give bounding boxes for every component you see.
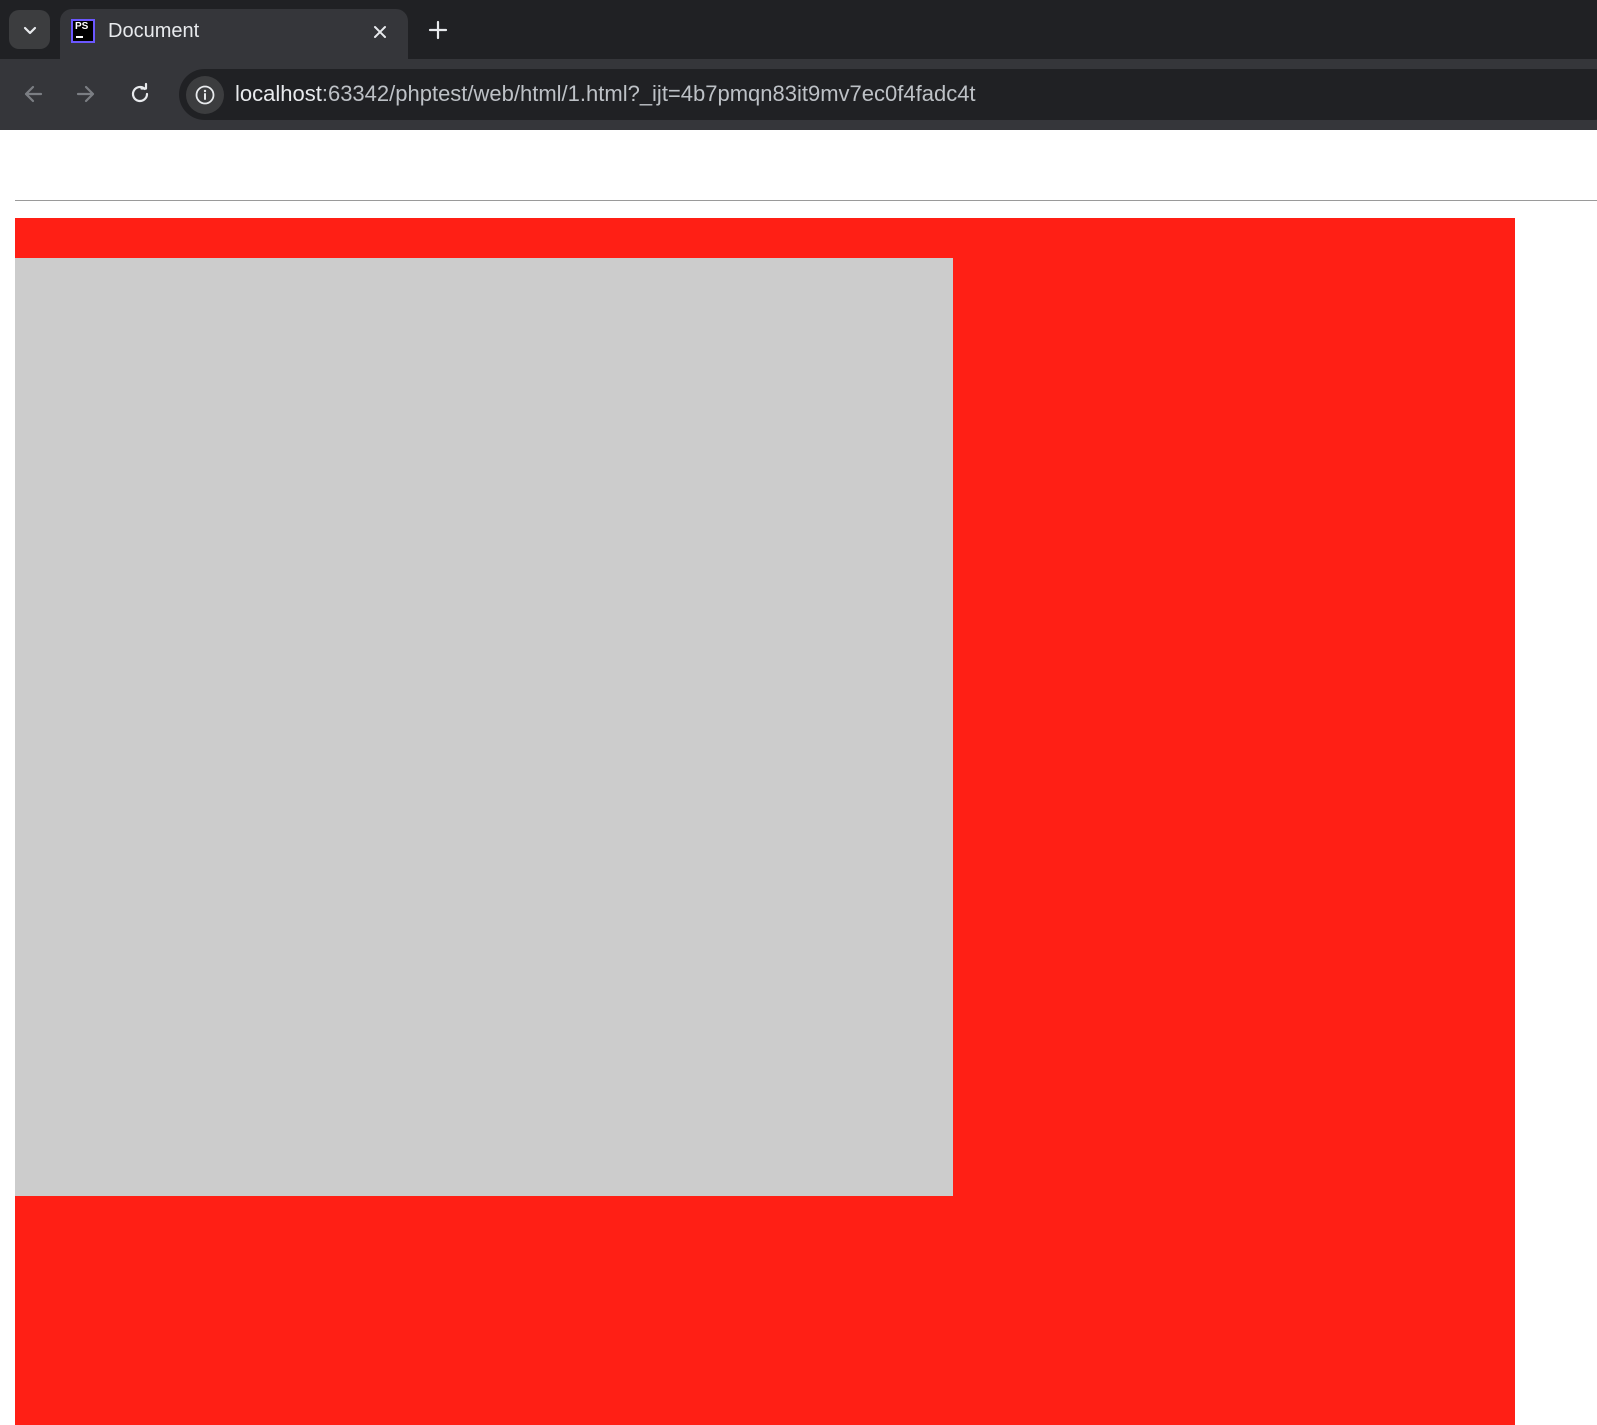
- arrow-right-icon: [76, 85, 95, 103]
- browser-toolbar: localhost:63342/phptest/web/html/1.html?…: [0, 59, 1597, 130]
- reload-icon: [131, 82, 149, 103]
- tab-close-button[interactable]: [366, 18, 394, 46]
- site-info-button[interactable]: [186, 76, 224, 114]
- gray-inner-box: [15, 258, 953, 1196]
- browser-tabstrip: PS Document: [0, 0, 1597, 59]
- address-bar[interactable]: localhost:63342/phptest/web/html/1.html?…: [179, 69, 1597, 120]
- new-tab-button[interactable]: [423, 15, 453, 45]
- arrow-left-icon: [24, 85, 43, 103]
- plus-icon: [428, 20, 448, 40]
- tab-title: Document: [108, 20, 200, 42]
- forward-button[interactable]: [68, 76, 104, 112]
- back-button[interactable]: [15, 76, 51, 112]
- horizontal-rule: [15, 200, 1597, 201]
- favicon-text: PS: [75, 21, 89, 32]
- phpstorm-favicon-icon: PS: [71, 19, 95, 43]
- red-outer-box: [15, 218, 1515, 1425]
- url-host: localhost: [235, 81, 322, 106]
- active-tab[interactable]: PS Document: [60, 9, 408, 59]
- reload-button[interactable]: [122, 76, 158, 112]
- chevron-down-icon: [23, 26, 36, 34]
- url-path: :63342/phptest/web/html/1.html?_ijt=4b7p…: [321, 81, 976, 106]
- page-viewport: [0, 130, 1597, 1425]
- address-url[interactable]: localhost:63342/phptest/web/html/1.html?…: [235, 81, 976, 107]
- info-icon: [195, 85, 215, 105]
- close-icon: [374, 26, 386, 38]
- tab-search-button[interactable]: [9, 10, 50, 49]
